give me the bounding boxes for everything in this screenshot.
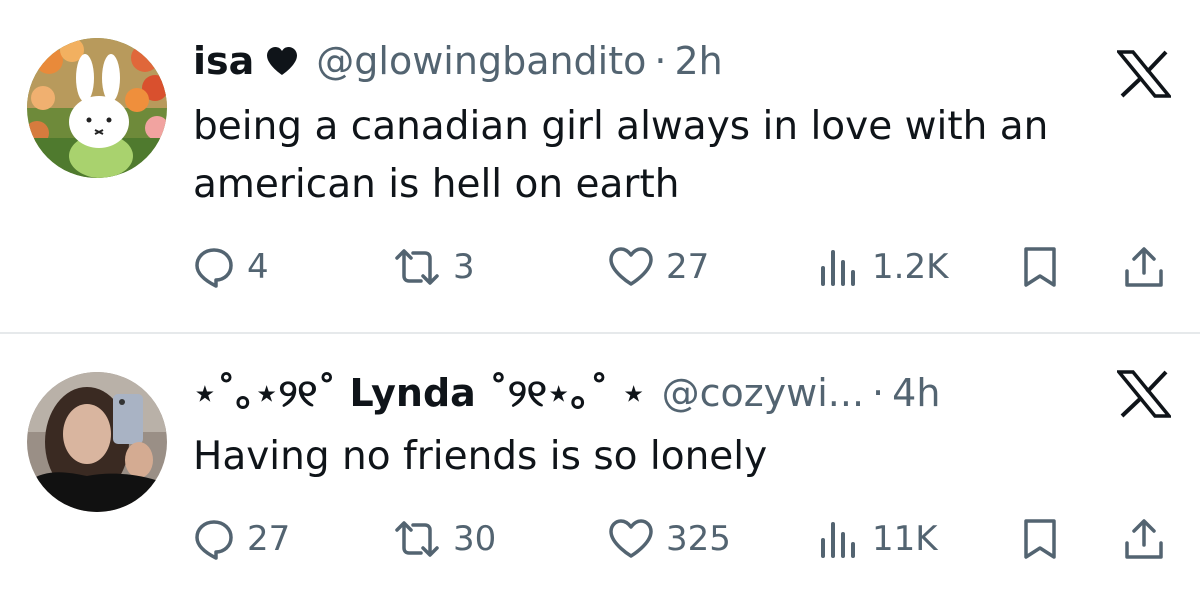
share-icon bbox=[1125, 247, 1163, 287]
views-count: 1.2K bbox=[872, 247, 949, 287]
like-button[interactable]: 27 bbox=[608, 240, 709, 294]
repost-icon bbox=[395, 521, 439, 557]
bookmark-icon bbox=[1024, 247, 1056, 287]
repost-button[interactable]: 30 bbox=[393, 512, 496, 566]
like-icon bbox=[609, 519, 653, 558]
tweet[interactable]: isa @glowingbandito · 2h being a canadia… bbox=[0, 0, 1200, 332]
tweet-text: being a canadian girl always in love wit… bbox=[193, 98, 1048, 214]
like-count: 325 bbox=[666, 519, 731, 559]
share-button[interactable] bbox=[1123, 512, 1165, 566]
reply-button[interactable]: 27 bbox=[193, 512, 290, 566]
reply-button[interactable]: 4 bbox=[193, 240, 269, 294]
reply-count: 27 bbox=[247, 519, 291, 559]
tweet-header: ⋆˚｡⋆୨୧˚ Lynda ˚୨୧⋆｡˚ ⋆ @cozywi... · 4h bbox=[193, 370, 940, 416]
display-name[interactable]: ⋆˚｡⋆୨୧˚ Lynda ˚୨୧⋆｡˚ ⋆ bbox=[193, 370, 646, 416]
action-bar: 4 3 27 1.2K bbox=[193, 240, 1173, 294]
bookmark-button[interactable] bbox=[1021, 512, 1059, 566]
share-button[interactable] bbox=[1123, 240, 1165, 294]
tweet-text-line: Having no friends is so lonely bbox=[193, 434, 768, 479]
bookmark-icon bbox=[1024, 519, 1056, 559]
share-icon bbox=[1125, 519, 1163, 559]
tweet[interactable]: ⋆˚｡⋆୨୧˚ Lynda ˚୨୧⋆｡˚ ⋆ @cozywi... · 4h H… bbox=[0, 334, 1200, 600]
views-icon bbox=[821, 250, 855, 286]
tweet-text-line: american is hell on earth bbox=[193, 162, 680, 207]
timestamp[interactable]: 2h bbox=[674, 38, 722, 84]
views-button[interactable]: 11K bbox=[818, 512, 938, 566]
like-icon bbox=[609, 247, 653, 286]
handle[interactable]: @glowingbandito bbox=[316, 38, 646, 84]
bookmark-button[interactable] bbox=[1021, 240, 1059, 294]
handle[interactable]: @cozywi... bbox=[662, 370, 864, 416]
repost-button[interactable]: 3 bbox=[393, 240, 475, 294]
reply-icon bbox=[195, 248, 233, 288]
separator-dot: · bbox=[872, 371, 885, 415]
reply-count: 4 bbox=[247, 247, 269, 287]
like-button[interactable]: 325 bbox=[608, 512, 731, 566]
action-bar: 27 30 325 11K bbox=[193, 512, 1173, 566]
separator-dot: · bbox=[654, 39, 667, 83]
timestamp[interactable]: 4h bbox=[892, 370, 940, 416]
miffy-avatar-image bbox=[27, 38, 167, 178]
x-logo-icon bbox=[1117, 50, 1171, 98]
avatar[interactable] bbox=[27, 372, 167, 512]
views-icon bbox=[821, 522, 855, 558]
selfie-avatar-image bbox=[27, 372, 167, 512]
tweet-text: Having no friends is so lonely bbox=[193, 428, 767, 486]
like-count: 27 bbox=[666, 247, 710, 287]
display-name[interactable]: isa bbox=[193, 38, 254, 84]
views-count: 11K bbox=[872, 519, 938, 559]
repost-count: 3 bbox=[453, 247, 475, 287]
tweet-header: isa @glowingbandito · 2h bbox=[193, 38, 723, 84]
views-button[interactable]: 1.2K bbox=[818, 240, 948, 294]
tweet-text-line: being a canadian girl always in love wit… bbox=[193, 104, 1049, 149]
repost-count: 30 bbox=[453, 519, 497, 559]
repost-icon bbox=[395, 249, 439, 285]
reply-icon bbox=[195, 520, 233, 560]
avatar[interactable] bbox=[27, 38, 167, 178]
black-heart-icon bbox=[267, 47, 298, 75]
x-logo-icon bbox=[1117, 370, 1171, 418]
